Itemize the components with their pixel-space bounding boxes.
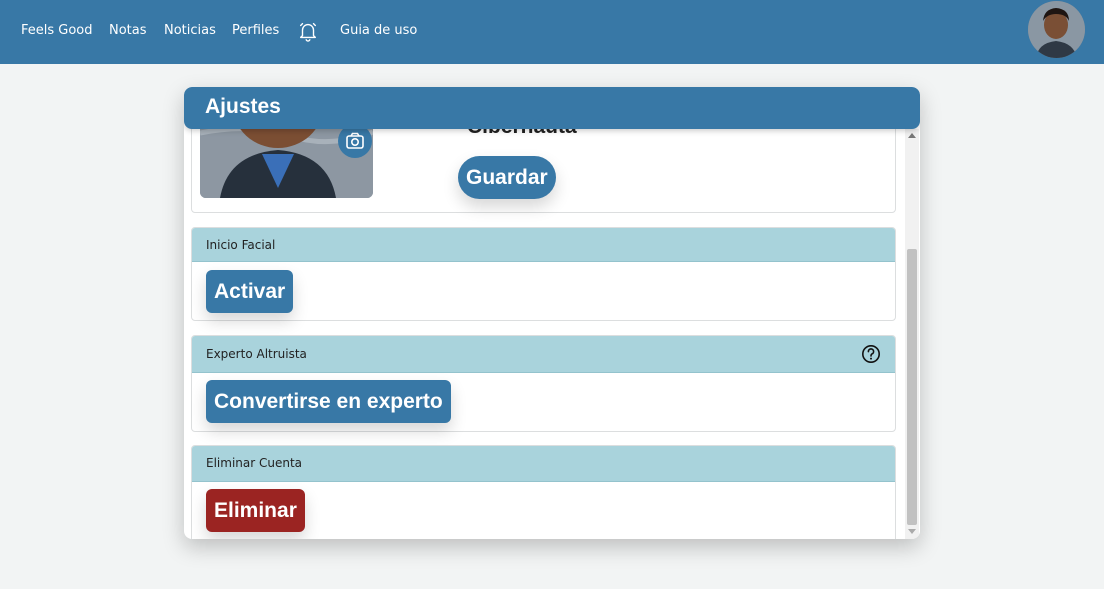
- nav-guia-de-uso[interactable]: Guia de uso: [340, 22, 417, 40]
- activate-button[interactable]: Activar: [206, 270, 294, 313]
- delete-account-title: Eliminar Cuenta: [206, 456, 303, 470]
- bell-icon[interactable]: [297, 20, 319, 42]
- top-navbar: Feels Good Notas Noticias Perfiles Guia …: [0, 0, 1104, 64]
- brand-link[interactable]: Feels Good: [21, 22, 93, 40]
- scroll-down-arrow[interactable]: [908, 529, 916, 534]
- delete-account-card: Eliminar Cuenta Eliminar: [191, 445, 896, 539]
- expert-header: Experto Altruista: [192, 336, 895, 373]
- camera-icon: [346, 132, 364, 149]
- scroll-thumb[interactable]: [907, 249, 917, 525]
- nav-perfiles[interactable]: Perfiles: [232, 22, 279, 40]
- nav-noticias[interactable]: Noticias: [164, 22, 216, 40]
- question-circle-icon[interactable]: [861, 344, 881, 364]
- expert-title: Experto Altruista: [206, 347, 307, 361]
- expert-card: Experto Altruista Convertirse en experto: [191, 335, 896, 432]
- nav-notas[interactable]: Notas: [109, 22, 147, 40]
- modal-body: Cibernauta Guardar Inicio Facial Activar…: [184, 87, 920, 539]
- delete-button[interactable]: Eliminar: [206, 489, 305, 532]
- delete-account-header: Eliminar Cuenta: [192, 446, 895, 482]
- modal-header: Ajustes: [184, 87, 920, 129]
- facial-login-card: Inicio Facial Activar: [191, 227, 896, 321]
- modal-title: Ajustes: [205, 95, 281, 118]
- facial-login-header: Inicio Facial: [192, 228, 895, 262]
- facial-login-title: Inicio Facial: [206, 238, 276, 252]
- change-photo-button[interactable]: [338, 124, 372, 158]
- modal-scrollbar[interactable]: [905, 129, 919, 539]
- become-expert-button[interactable]: Convertirse en experto: [206, 380, 451, 423]
- save-button[interactable]: Guardar: [458, 156, 556, 199]
- user-avatar[interactable]: [1028, 1, 1085, 58]
- scroll-up-arrow[interactable]: [908, 133, 916, 138]
- settings-modal: Ajustes Guardar Inicio Facial Activar Ex…: [184, 87, 920, 539]
